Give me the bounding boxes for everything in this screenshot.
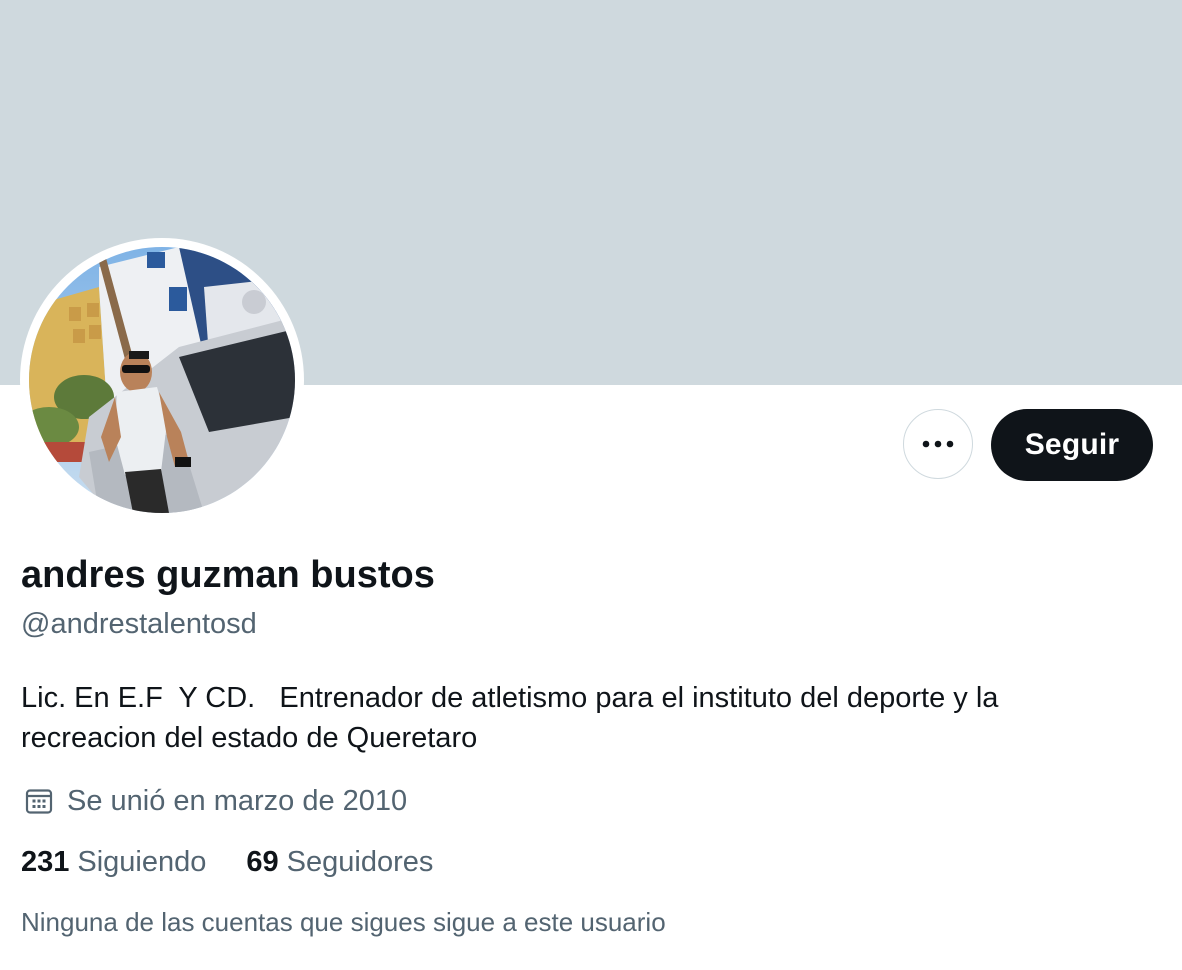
following-link[interactable]: 231 Siguiendo [21,846,206,879]
calendar-icon [21,783,57,819]
followers-you-know-text[interactable]: Ninguna de las cuentas que sigues sigue … [21,907,666,938]
joined-date: Se unió en marzo de 2010 [21,783,407,819]
followers-link[interactable]: 69 Seguidores [246,846,433,879]
follow-stats: 231 Siguiendo 69 Seguidores [21,846,473,879]
joined-date-text: Se unió en marzo de 2010 [67,784,408,817]
more-horizontal-icon [922,440,954,448]
followers-count: 69 [246,846,279,878]
profile-page: Seguir andres guzman bustos @andrestalen… [0,0,1182,970]
followers-label: Seguidores [286,846,434,878]
avatar[interactable] [29,247,295,513]
profile-handle: @andrestalentosd [21,608,257,640]
following-label: Siguiendo [77,846,207,878]
avatar-photo [29,247,295,513]
profile-display-name: andres guzman bustos [21,554,435,596]
profile-bio: Lic. En E.F Y CD. Entrenador de atletism… [21,682,1007,754]
follow-button[interactable]: Seguir [991,409,1153,481]
following-count: 231 [21,846,70,878]
more-options-button[interactable] [903,409,973,479]
follow-button-label: Seguir [1024,428,1120,461]
